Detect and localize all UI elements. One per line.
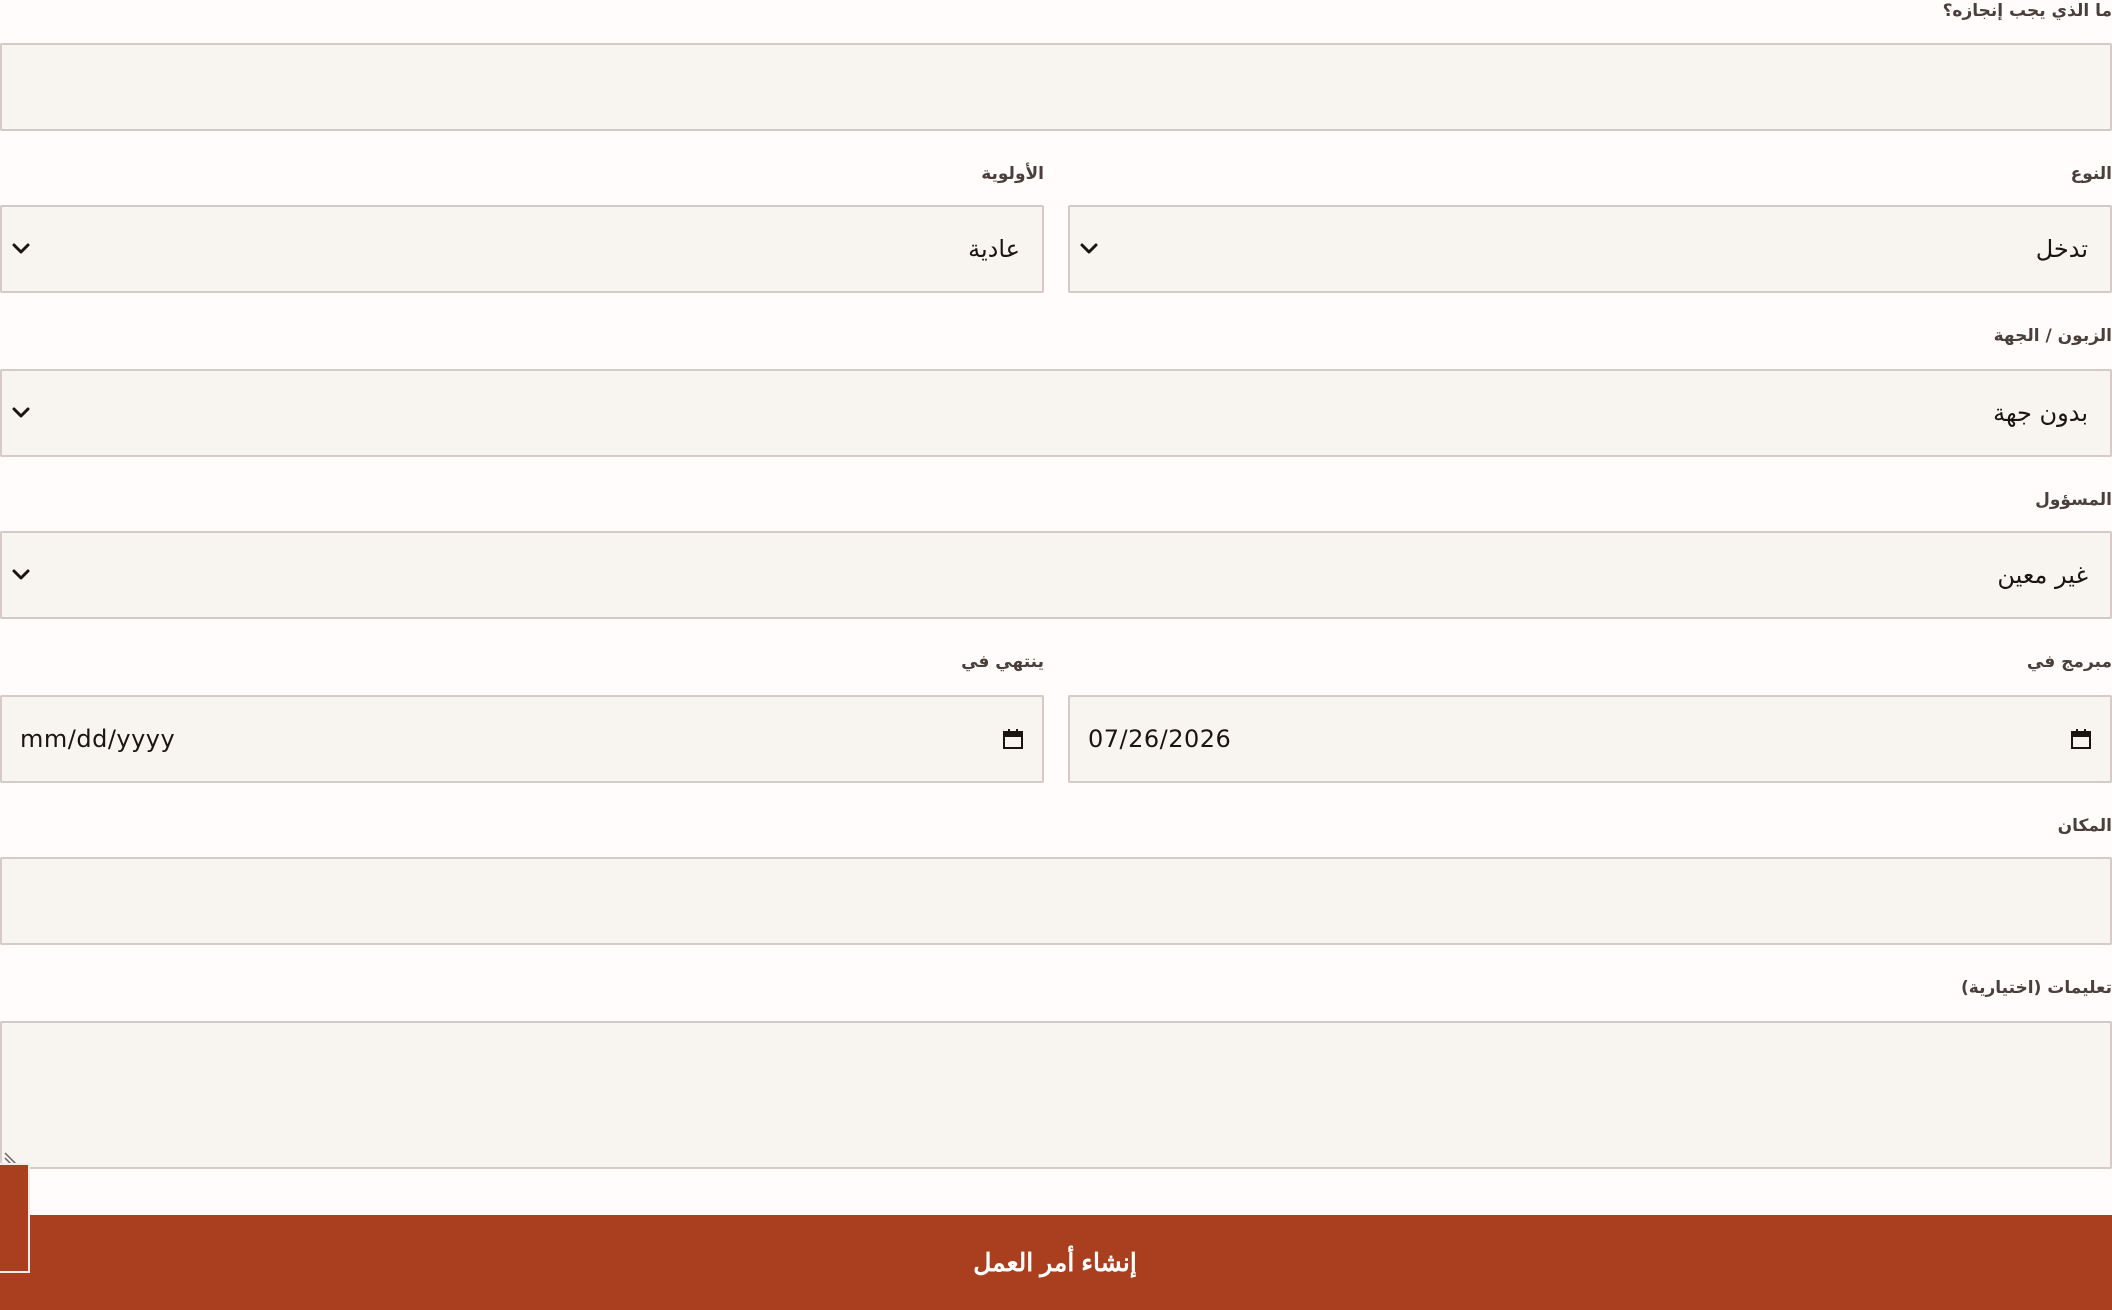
- instructions-textarea[interactable]: [0, 1021, 2112, 1169]
- scheduled-date-input[interactable]: 07/26/2026: [1068, 695, 2112, 783]
- priority-select[interactable]: عادية: [0, 205, 1044, 293]
- calendar-icon[interactable]: [2070, 728, 2092, 750]
- scheduled-date-value: 07/26/2026: [1088, 725, 1232, 753]
- location-label: المكان: [2057, 816, 2112, 836]
- assignee-label: المسؤول: [2035, 490, 2112, 510]
- due-date-placeholder: mm/dd/yyyy: [20, 725, 176, 753]
- assignee-select[interactable]: غير معين: [0, 531, 2112, 619]
- type-select[interactable]: تدخل: [1068, 205, 2112, 293]
- client-label: الزبون / الجهة: [1993, 326, 2112, 346]
- task-label: ما الذي يجب إنجازه؟: [1942, 1, 2112, 21]
- task-input[interactable]: [0, 43, 2112, 131]
- assignee-selected-value: غير معين: [1997, 561, 2088, 589]
- due-date-input[interactable]: mm/dd/yyyy: [0, 695, 1044, 783]
- type-label: النوع: [2070, 164, 2112, 184]
- client-select[interactable]: بدون جهة: [0, 369, 2112, 457]
- chevron-down-icon: [12, 407, 30, 418]
- chevron-down-icon: [1080, 243, 1098, 254]
- due-label: ينتهي في: [961, 652, 1044, 672]
- chevron-down-icon: [12, 569, 30, 580]
- client-selected-value: بدون جهة: [1993, 399, 2088, 427]
- create-work-order-label: إنشاء أمر العمل: [973, 1248, 1137, 1277]
- location-input[interactable]: [0, 857, 2112, 945]
- scheduled-label: مبرمج في: [2026, 652, 2112, 672]
- side-tab[interactable]: [0, 1163, 30, 1273]
- calendar-icon[interactable]: [1002, 728, 1024, 750]
- priority-label: الأولوية: [981, 164, 1044, 184]
- chevron-down-icon: [12, 243, 30, 254]
- create-work-order-button[interactable]: إنشاء أمر العمل: [0, 1215, 2112, 1310]
- type-selected-value: تدخل: [2035, 235, 2088, 263]
- priority-selected-value: عادية: [968, 235, 1020, 263]
- instructions-label: تعليمات (اختيارية): [1961, 978, 2112, 998]
